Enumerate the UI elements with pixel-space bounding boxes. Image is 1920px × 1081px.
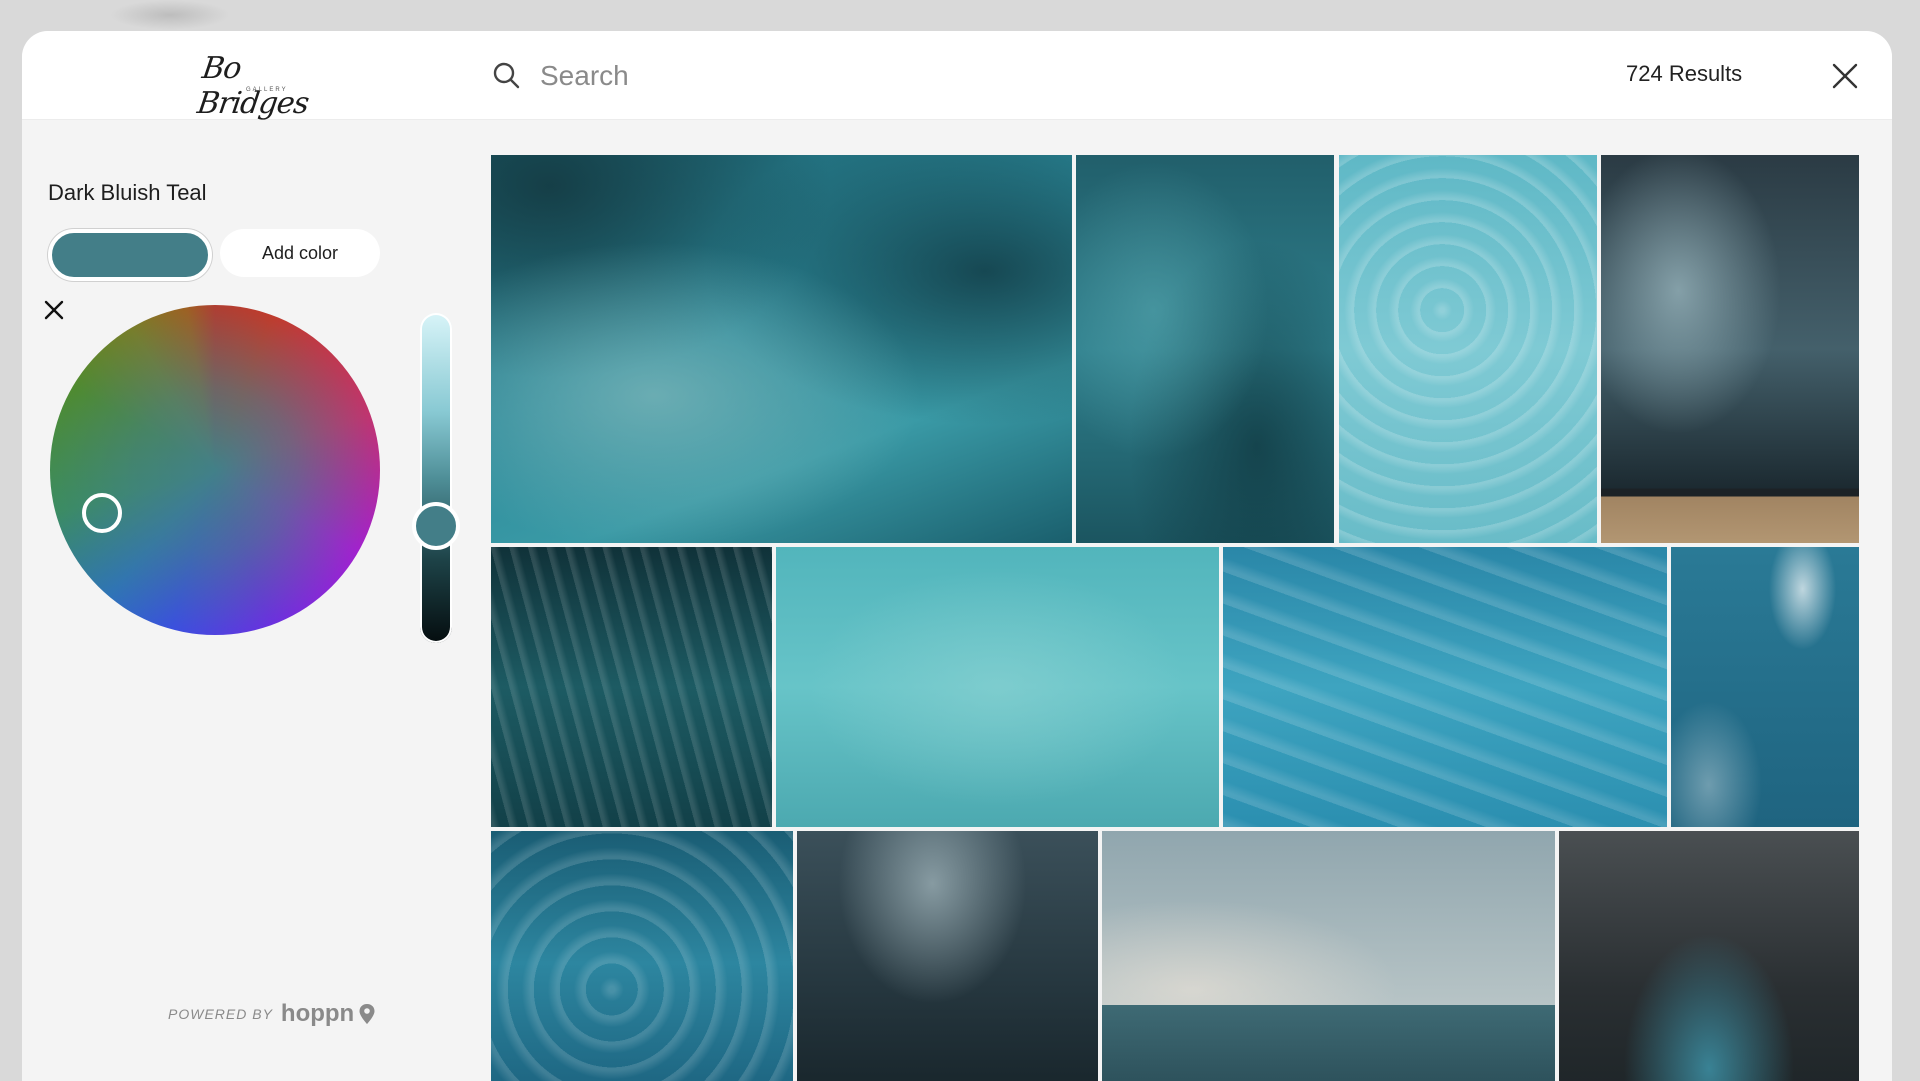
color-wheel[interactable] (50, 305, 380, 635)
powered-by-label: POWERED BY (168, 1006, 273, 1022)
gallery-image[interactable] (491, 155, 1072, 543)
gallery-image[interactable] (1076, 155, 1334, 543)
gallery-image[interactable] (1223, 547, 1667, 827)
gallery-image[interactable] (1102, 831, 1555, 1081)
gallery-image[interactable] (1671, 547, 1859, 827)
color-filter-panel: Dark Bluish Teal Add color POWERED BY ho… (22, 120, 492, 1081)
gallery-image[interactable] (491, 547, 772, 827)
logo-subtext: GALLERY (246, 87, 288, 93)
gallery-image[interactable] (1601, 155, 1859, 543)
location-pin-icon (359, 1004, 375, 1024)
hoppn-brand-text: hoppn (280, 1000, 355, 1027)
gallery-image[interactable] (1559, 831, 1859, 1081)
gallery-image[interactable] (1339, 155, 1597, 543)
brightness-slider-handle[interactable] (412, 502, 460, 550)
color-wheel-handle[interactable] (82, 493, 122, 533)
brightness-slider[interactable] (420, 313, 452, 643)
close-icon[interactable] (1830, 61, 1860, 91)
logo-text: Bo Bridges (195, 51, 311, 121)
background-shadow (110, 0, 230, 30)
search-header: Bo Bridges GALLERY 724 Results (22, 31, 1892, 121)
gallery-image[interactable] (491, 831, 793, 1081)
gallery-image[interactable] (776, 547, 1219, 827)
selected-color-name: Dark Bluish Teal (48, 180, 207, 205)
search-input[interactable] (538, 53, 1242, 99)
close-icon[interactable] (42, 298, 66, 322)
gallery-logo[interactable]: Bo Bridges GALLERY (195, 51, 320, 121)
results-count: 724 Results (1626, 61, 1743, 86)
selected-color-swatch[interactable] (48, 229, 212, 281)
add-color-button[interactable]: Add color (220, 229, 380, 277)
gallery-image[interactable] (797, 831, 1098, 1081)
search-modal: Bo Bridges GALLERY 724 Results Dark Blui… (22, 31, 1892, 1081)
search-icon (493, 62, 520, 89)
powered-by-hoppn[interactable]: POWERED BY hoppn (168, 1000, 376, 1028)
